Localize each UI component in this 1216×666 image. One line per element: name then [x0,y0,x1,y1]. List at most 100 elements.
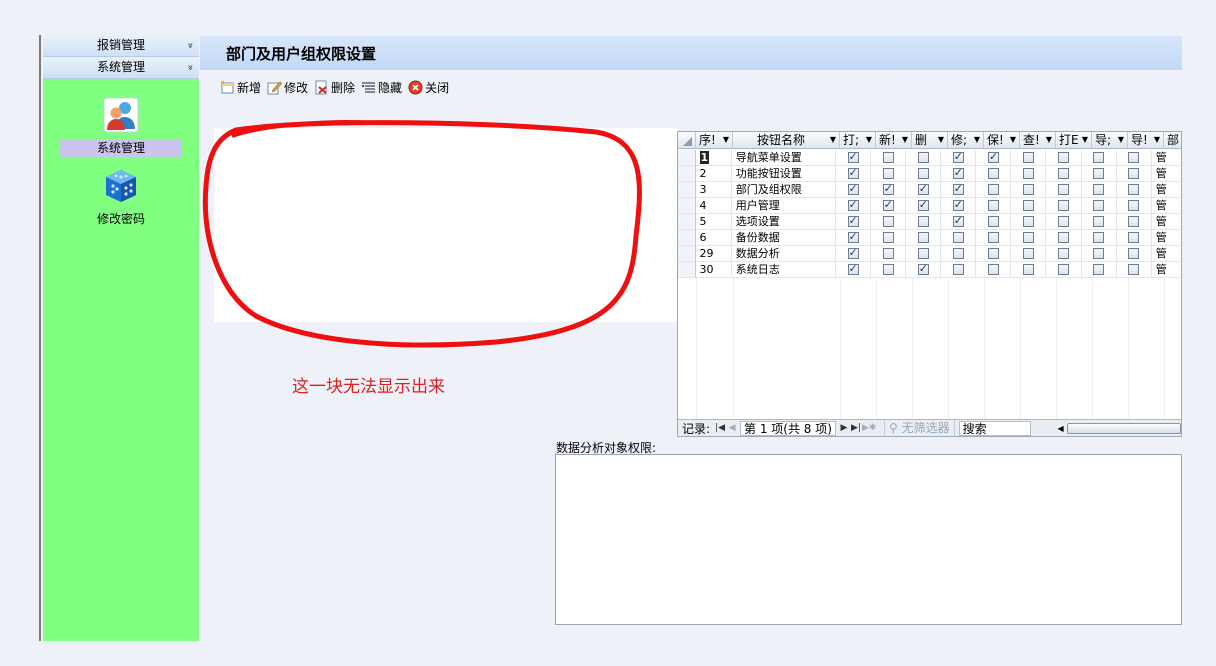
permission-checkbox[interactable] [847,182,859,196]
row-header[interactable] [678,198,696,214]
cell-id[interactable]: 30 [695,262,732,278]
cell-id[interactable]: 4 [695,198,732,214]
permission-checkbox[interactable] [917,168,929,179]
permission-checkbox[interactable] [952,182,964,196]
permission-checkbox[interactable] [882,198,894,212]
cell-name[interactable]: 数据分析 [731,246,837,262]
table-row[interactable]: 29 数据分析 管 [678,246,1181,262]
select-all-corner[interactable] [678,132,696,149]
permission-checkbox[interactable] [847,214,859,228]
permission-checkbox[interactable] [1093,184,1105,195]
permission-checkbox[interactable] [1022,152,1034,163]
column-header-id[interactable]: 序! ▼ [696,132,733,149]
sidebar-section-system[interactable]: 系统管理 » [43,57,199,79]
sidebar-item-system-management[interactable]: 系统管理 [43,97,199,157]
column-header-save[interactable]: 保! ▼ [984,132,1020,149]
row-header[interactable] [678,214,696,230]
permission-checkbox[interactable] [952,264,964,275]
permission-checkbox[interactable] [1093,216,1105,227]
table-row[interactable]: 6 备份数据 管 [678,230,1181,246]
cell-name[interactable]: 功能按钮设置 [731,166,837,182]
permission-checkbox[interactable] [1058,248,1070,259]
filter-button[interactable]: ⚲ 无筛选器 [883,419,955,436]
permission-checkbox[interactable] [1058,264,1070,275]
cell-id[interactable]: 3 [695,182,732,198]
horizontal-scrollbar[interactable]: ◀ [1055,421,1181,436]
permission-checkbox[interactable] [1128,184,1140,195]
permission-checkbox[interactable] [1058,216,1070,227]
cell-dept[interactable]: 管 [1151,150,1181,166]
cell-dept[interactable]: 管 [1151,262,1181,278]
cell-dept[interactable]: 管 [1151,198,1181,214]
permission-checkbox[interactable] [952,198,964,212]
permission-checkbox[interactable] [917,262,929,276]
permission-checkbox[interactable] [847,246,859,260]
permission-checkbox[interactable] [1093,264,1105,275]
permission-checkbox[interactable] [882,182,894,196]
permission-checkbox[interactable] [952,248,964,259]
permission-checkbox[interactable] [987,168,999,179]
permission-checkbox[interactable] [987,150,999,164]
permission-checkbox[interactable] [1128,200,1140,211]
permission-checkbox[interactable] [1128,216,1140,227]
permission-checkbox[interactable] [882,248,894,259]
permission-checkbox[interactable] [1128,168,1140,179]
permission-checkbox[interactable] [917,232,929,243]
cell-id[interactable]: 6 [695,230,732,246]
permission-checkbox[interactable] [847,198,859,212]
permission-checkbox[interactable] [1128,248,1140,259]
permission-checkbox[interactable] [882,216,894,227]
cell-name[interactable]: 选项设置 [731,214,837,230]
new-record-icon[interactable]: ▶✱ [862,423,876,433]
row-header[interactable] [678,262,696,278]
cell-id[interactable]: 5 [695,214,732,230]
cell-name[interactable]: 导航菜单设置 [731,150,837,166]
permission-checkbox[interactable] [882,168,894,179]
permission-checkbox[interactable] [847,150,859,164]
row-header[interactable] [678,150,696,166]
permission-checkbox[interactable] [987,264,999,275]
permission-checkbox[interactable] [1093,152,1105,163]
permission-checkbox[interactable] [1022,184,1034,195]
last-record-icon[interactable]: ▶| [850,423,862,433]
permission-checkbox[interactable] [1022,216,1034,227]
scrollbar-thumb[interactable] [1066,422,1181,434]
table-row[interactable]: 3 部门及组权限 管 [678,182,1181,198]
column-header-export[interactable]: 导; ▼ [1092,132,1128,149]
permission-checkbox[interactable] [847,230,859,244]
column-header-edit[interactable]: 修; ▼ [948,132,984,149]
permission-checkbox[interactable] [1093,232,1105,243]
permission-checkbox[interactable] [917,182,929,196]
column-header-print[interactable]: 打E ▼ [1056,132,1092,149]
cell-dept[interactable]: 管 [1151,166,1181,182]
permission-checkbox[interactable] [847,262,859,276]
permission-checkbox[interactable] [987,216,999,227]
table-row[interactable]: 1 导航菜单设置 管 [678,150,1181,166]
permission-checkbox[interactable] [987,184,999,195]
permission-checkbox[interactable] [1022,248,1034,259]
permission-checkbox[interactable] [847,166,859,180]
edit-button[interactable]: 修改 [267,78,308,96]
permission-checkbox[interactable] [987,248,999,259]
delete-button[interactable]: 删除 [314,78,355,96]
add-button[interactable]: 新增 [220,78,261,96]
permission-checkbox[interactable] [917,216,929,227]
column-header-dept[interactable]: 部 [1164,132,1181,149]
column-header-query[interactable]: 查! ▼ [1020,132,1056,149]
close-button[interactable]: 关闭 [408,78,449,96]
cell-name[interactable]: 部门及组权限 [731,182,837,198]
scroll-left-icon[interactable]: ◀ [1055,424,1067,433]
permission-checkbox[interactable] [1058,168,1070,179]
permission-checkbox[interactable] [1093,168,1105,179]
table-row[interactable]: 5 选项设置 管 [678,214,1181,230]
first-record-icon[interactable]: |◀ [714,423,726,433]
next-record-icon[interactable]: ▶ [838,423,850,433]
cell-dept[interactable]: 管 [1151,246,1181,262]
permission-checkbox[interactable] [917,152,929,163]
permission-checkbox[interactable] [917,198,929,212]
table-row[interactable]: 4 用户管理 管 [678,198,1181,214]
permission-checkbox[interactable] [1058,184,1070,195]
cell-dept[interactable]: 管 [1151,182,1181,198]
permission-checkbox[interactable] [1022,200,1034,211]
hide-button[interactable]: 隐藏 [361,78,402,96]
